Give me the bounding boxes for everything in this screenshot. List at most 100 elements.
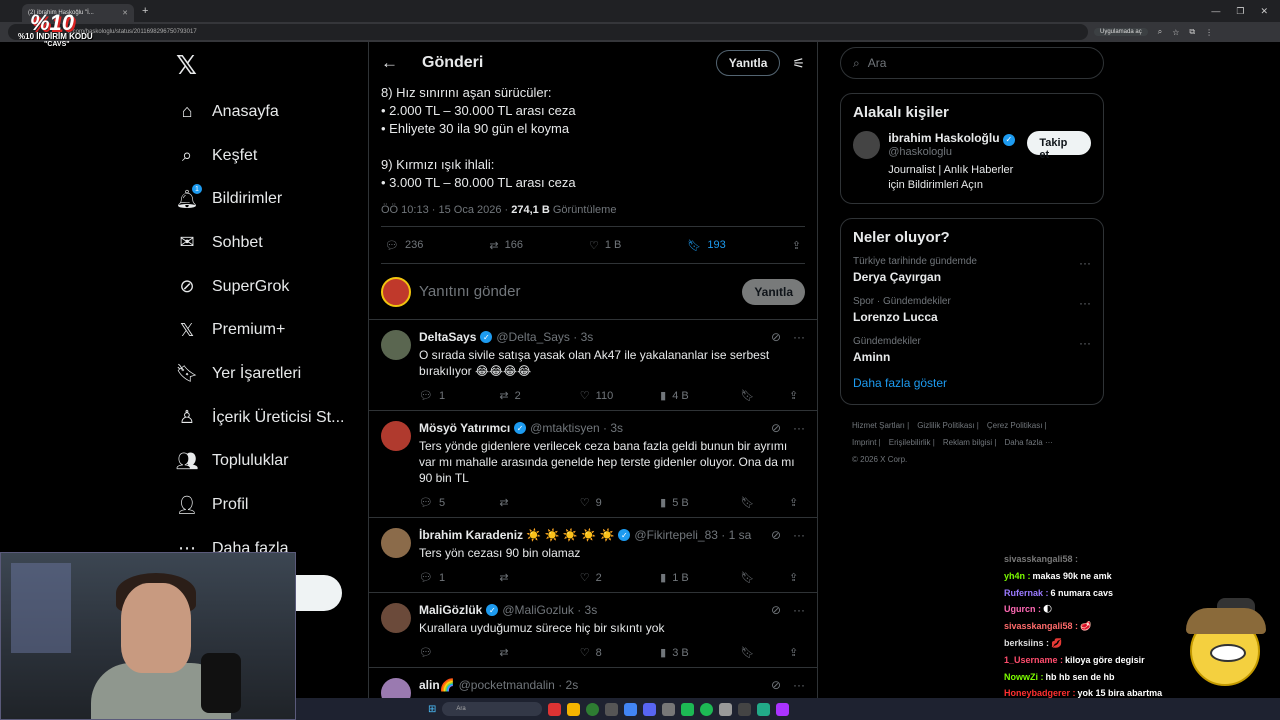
reply-action[interactable]: 💬︎ 236 [385,239,423,252]
footer-link[interactable]: Gizlilik Politikası | [917,421,979,430]
views-action[interactable]: ▮ 4 B [660,389,706,403]
nav-item[interactable]: 🔖︎ Yer İşaretleri [170,352,365,396]
bookmark-action[interactable]: 🔖︎ [741,571,755,584]
reply-author[interactable]: MaliGözlük [419,603,482,617]
related-person[interactable]: ibrahim Haskoloğlu ✓ @haskologlu Journal… [853,131,1091,193]
like-action[interactable]: ♡ 8 [580,646,626,660]
nav-item[interactable]: 👤︎ Profil [170,483,365,527]
minimize-icon[interactable]: — [1211,6,1220,17]
reply-item[interactable]: DeltaSays ✓ @Delta_Says · 3s ⊘ ··· O sırada s… [369,320,817,411]
menu-icon[interactable]: ⋮ [1205,28,1213,37]
app-icon[interactable] [624,702,638,716]
windows-start-icon[interactable]: ⊞ [428,704,436,715]
avatar[interactable] [381,528,411,558]
grok-icon[interactable]: ⊘ [771,330,781,344]
share-action[interactable]: ⇪ [789,496,803,509]
app-icon[interactable] [719,702,733,716]
more-options-icon[interactable]: ··· [793,603,805,617]
reply-button[interactable]: Yanıtla [715,50,781,76]
grok-icon[interactable]: ⊘ [771,528,781,542]
nav-item[interactable]: 👥︎ Topluluklar [170,440,365,484]
nav-item[interactable]: ⊘ SuperGrok [170,265,365,309]
more-options-icon[interactable]: ··· [793,421,805,435]
footer-link[interactable]: Reklam bilgisi | [943,438,997,447]
reply-author[interactable]: alin🌈 [419,678,455,692]
taskbar-search[interactable]: Ara [442,702,543,716]
reply-item[interactable]: MaliGözlük ✓ @MaliGozluk · 3s ⊘ ··· Kurallara… [369,593,817,668]
back-arrow-icon[interactable]: ← [381,53,398,73]
more-options-icon[interactable]: ··· [1079,256,1091,284]
reply-author[interactable]: İbrahim Karadeniz ☀️ ☀️ ☀️ ☀️ ☀️ [419,528,614,542]
star-icon[interactable]: ☆ [1172,28,1179,37]
app-icon[interactable] [757,702,771,716]
app-icon[interactable] [681,702,695,716]
share-action[interactable]: ⇪ [789,646,803,659]
reply-input[interactable]: Yanıtını gönder [419,283,520,300]
reply-action[interactable]: 💬︎ [419,646,465,659]
grok-icon[interactable]: ⊘ [771,421,781,435]
share-action[interactable]: ⇪ [789,389,803,402]
bookmark-action[interactable]: 🔖︎ 193 [687,239,725,252]
repost-action[interactable]: ⇄ [499,646,545,659]
more-options-icon[interactable]: ··· [793,330,805,344]
footer-link[interactable]: Çerez Politikası | [987,421,1047,430]
reply-action[interactable]: 💬︎ 1 [419,389,465,403]
more-options-icon[interactable]: ··· [793,678,805,692]
bookmark-action[interactable]: 🔖︎ [741,389,755,402]
reply-item[interactable]: İbrahim Karadeniz ☀️ ☀️ ☀️ ☀️ ☀️ ✓ @Fikirt… [369,518,817,593]
repost-action[interactable]: ⇄ [499,571,545,584]
extensions-icon[interactable]: ⧉ [1189,27,1195,37]
search-input[interactable]: ⌕ Ara [840,47,1104,79]
app-icon[interactable] [738,702,752,716]
app-icon[interactable] [605,702,619,716]
spotify-icon[interactable] [700,702,714,716]
nav-item[interactable]: 🔔︎ 1 Bildirimler [170,177,365,221]
reply-action[interactable]: 💬︎ 1 [419,571,465,585]
footer-link[interactable]: Daha fazla ··· [1005,438,1053,447]
repost-action[interactable]: ⇄ [499,496,545,509]
nav-item[interactable]: ⌂ Anasayfa [170,90,365,134]
new-tab-icon[interactable]: + [142,5,148,17]
trend-item[interactable]: Gündemdekiler Aminn ··· [853,336,1091,364]
like-action[interactable]: ♡ 2 [580,571,626,585]
discord-icon[interactable] [643,702,657,716]
nav-item[interactable]: ⌕ Keşfet [170,134,365,178]
trend-item[interactable]: Türkiye tarihinde gündemde Derya Çayırgan… [853,256,1091,284]
repost-action[interactable]: ⇄ 2 [499,389,545,403]
x-logo-icon[interactable]: 𝕏 [176,50,365,80]
nav-item[interactable]: 𝕏 Premium+ [170,308,365,352]
like-action[interactable]: ♡ 110 [580,389,626,403]
footer-link[interactable]: Erişilebilirlik | [889,438,935,447]
more-options-icon[interactable]: ··· [793,528,805,542]
repost-action[interactable]: ⇄ 166 [489,239,523,252]
grok-icon[interactable]: ⊘ [771,603,781,617]
send-reply-button[interactable]: Yanıtla [742,278,805,305]
share-action[interactable]: ⇪ [789,571,803,584]
app-icon[interactable] [567,702,581,716]
avatar[interactable] [381,330,411,360]
bookmark-action[interactable]: 🔖︎ [741,496,755,509]
nav-item[interactable]: ✉ Sohbet [170,221,365,265]
app-icon[interactable] [662,702,676,716]
reply-author[interactable]: DeltaSays [419,330,476,344]
chrome-icon[interactable] [586,702,600,716]
like-action[interactable]: ♡ 9 [580,496,626,510]
zoom-icon[interactable]: ⌕ [1158,27,1162,37]
close-icon[interactable]: ✕ [122,9,128,17]
maximize-icon[interactable]: ❐ [1236,6,1244,17]
close-window-icon[interactable]: ✕ [1260,6,1268,17]
more-options-icon[interactable]: ··· [1079,336,1091,364]
grok-icon[interactable]: ⊘ [771,678,781,692]
reply-item[interactable]: Mösyö Yatırımcı ✓ @mtaktisyen · 3s ⊘ ··· Ters… [369,411,817,518]
more-options-icon[interactable]: ··· [1079,296,1091,324]
show-more-link[interactable]: Daha fazla göster [853,376,1091,394]
trend-item[interactable]: Spor · Gündemdekiler Lorenzo Lucca ··· [853,296,1091,324]
views-action[interactable]: ▮ 3 B [660,646,706,660]
views-action[interactable]: ▮ 5 B [660,496,706,510]
avatar[interactable] [381,603,411,633]
views-action[interactable]: ▮ 1 B [660,571,706,585]
app-icon[interactable] [548,702,562,716]
open-in-app-button[interactable]: Uygulamada aç [1094,28,1148,36]
url-field[interactable]: x.com/haskologlu/status/2011698296750793… [8,24,1088,40]
share-action[interactable]: ⇪ [792,239,801,252]
